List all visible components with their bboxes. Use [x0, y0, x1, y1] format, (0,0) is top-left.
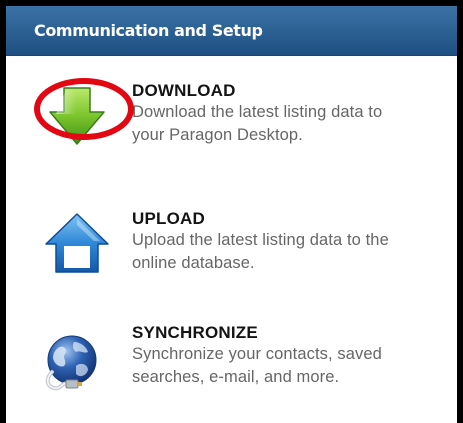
upload-house-icon[interactable] — [42, 210, 112, 280]
download-description-line-2: your Paragon Desktop. — [132, 126, 303, 144]
globe-cable-icon[interactable] — [38, 332, 108, 402]
download-item[interactable]: DOWNLOAD Download the latest listing dat… — [6, 80, 457, 190]
communication-setup-panel: Communication and Setup DOWNLOAD Downloa… — [0, 0, 463, 423]
download-title[interactable]: DOWNLOAD — [132, 80, 457, 101]
upload-description-line-1: Upload the latest listing data to the — [132, 231, 389, 249]
synchronize-title[interactable]: SYNCHRONIZE — [132, 322, 457, 343]
upload-description-line-2: online database. — [132, 254, 255, 272]
synchronize-item[interactable]: SYNCHRONIZE Synchronize your contacts, s… — [6, 322, 457, 423]
panel-header: Communication and Setup — [6, 6, 457, 56]
download-arrow-icon[interactable] — [42, 82, 112, 152]
upload-item[interactable]: UPLOAD Upload the latest listing data to… — [6, 208, 457, 318]
upload-title[interactable]: UPLOAD — [132, 208, 457, 229]
download-description-line-1: Download the latest listing data to — [132, 103, 383, 121]
synchronize-description-line-1: Synchronize your contacts, saved — [132, 345, 382, 363]
synchronize-description-line-2: searches, e-mail, and more. — [132, 368, 340, 386]
panel-title: Communication and Setup — [34, 21, 263, 40]
